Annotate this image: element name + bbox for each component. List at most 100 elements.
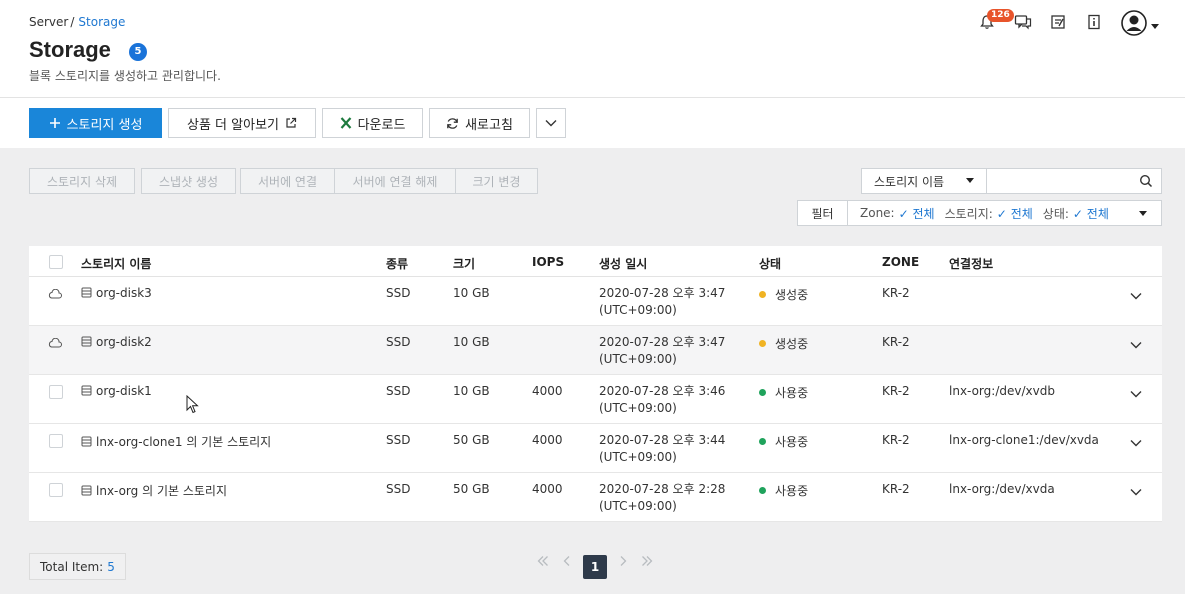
- detach-server-button[interactable]: 서버에 연결 해제: [334, 168, 456, 194]
- search-icon[interactable]: [1139, 174, 1153, 191]
- storage-name: org-disk2: [96, 335, 152, 349]
- status-dot-icon: [759, 340, 766, 347]
- created-timezone: (UTC+09:00): [599, 303, 677, 317]
- chevron-down-icon[interactable]: [1130, 289, 1142, 303]
- download-button[interactable]: 다운로드: [322, 108, 423, 138]
- refresh-button[interactable]: 새로고침: [429, 108, 530, 138]
- column-created[interactable]: 생성 일시: [599, 255, 647, 272]
- chevron-down-icon[interactable]: [1130, 387, 1142, 401]
- column-type[interactable]: 종류: [386, 255, 408, 272]
- breadcrumb: Server / Storage: [29, 15, 125, 29]
- storage-zone: KR-2: [882, 433, 910, 447]
- table-row[interactable]: org-disk2 SSD 10 GB 2020-07-28 오후 3:47 (UTC+…: [29, 326, 1162, 375]
- table-row[interactable]: org-disk3 SSD 10 GB 2020-07-28 오후 3:47 (UTC+…: [29, 277, 1162, 326]
- cloud-icon: [48, 337, 62, 351]
- storage-name-cell[interactable]: org-disk1: [81, 384, 152, 399]
- created-date: 2020-07-28 오후 3:47: [599, 335, 726, 349]
- chevron-down-icon: [545, 119, 557, 127]
- next-page-icon[interactable]: [618, 555, 628, 571]
- external-link-icon: [285, 117, 297, 129]
- caret-down-icon: [966, 178, 974, 183]
- caret-down-icon: [1139, 211, 1147, 216]
- column-connection[interactable]: 연결정보: [949, 255, 993, 272]
- last-page-icon[interactable]: [641, 555, 653, 571]
- chevron-down-icon[interactable]: [1130, 485, 1142, 499]
- storage-connection: lnx-org-clone1:/dev/xvda: [949, 433, 1099, 447]
- status-text: 사용중: [775, 435, 809, 449]
- storage-type: SSD: [386, 433, 411, 447]
- table-row[interactable]: lnx-org-clone1 의 기본 스토리지 SSD 50 GB 4000 2020…: [29, 424, 1162, 473]
- filter-status-value: 전체: [1086, 206, 1109, 221]
- column-status[interactable]: 상태: [759, 255, 781, 272]
- row-checkbox[interactable]: [49, 385, 63, 399]
- storage-content-area: 스토리지 삭제 스냅샷 생성 서버에 연결 서버에 연결 해제 크기 변경 스토…: [0, 148, 1185, 594]
- storage-created: 2020-07-28 오후 3:46 (UTC+09:00): [599, 383, 725, 417]
- breadcrumb-current[interactable]: Storage: [78, 15, 125, 29]
- account-caret-icon[interactable]: [1151, 19, 1161, 29]
- storage-status: 사용중: [759, 384, 808, 401]
- document-info-icon[interactable]: [1086, 14, 1104, 32]
- disk-icon: [81, 485, 92, 499]
- user-avatar-icon[interactable]: [1121, 10, 1147, 36]
- download-label: 다운로드: [357, 117, 406, 133]
- delete-storage-button[interactable]: 스토리지 삭제: [29, 168, 135, 194]
- storage-created: 2020-07-28 오후 2:28 (UTC+09:00): [599, 481, 725, 515]
- storage-status: 생성중: [759, 286, 808, 303]
- storage-type: SSD: [386, 335, 411, 349]
- attach-server-label: 서버에 연결: [257, 174, 317, 189]
- table-row[interactable]: lnx-org 의 기본 스토리지 SSD 50 GB 4000 2020-07-28 …: [29, 473, 1162, 522]
- storage-connection: lnx-org:/dev/xvda: [949, 482, 1055, 496]
- table-header: 스토리지 이름 종류 크기 IOPS 생성 일시 상태 ZONE 연결정보: [29, 246, 1162, 277]
- prev-page-icon[interactable]: [562, 555, 572, 571]
- filter-zone-key: Zone:: [860, 206, 895, 220]
- delete-storage-label: 스토리지 삭제: [46, 174, 118, 189]
- plus-icon: [49, 117, 61, 129]
- search-field-select[interactable]: 스토리지 이름: [861, 168, 987, 194]
- chevron-down-icon[interactable]: [1130, 436, 1142, 450]
- learn-more-button[interactable]: 상품 더 알아보기: [168, 108, 316, 138]
- filter-dropdown[interactable]: Zone: ✓ 전체 스토리지: ✓ 전체 상태: ✓ 전체: [847, 200, 1162, 226]
- storage-created: 2020-07-28 오후 3:44 (UTC+09:00): [599, 432, 725, 466]
- storage-name-cell[interactable]: org-disk3: [81, 286, 152, 301]
- status-text: 사용중: [775, 386, 809, 400]
- select-all-checkbox[interactable]: [49, 255, 63, 269]
- storage-name-cell[interactable]: org-disk2: [81, 335, 152, 350]
- column-zone[interactable]: ZONE: [882, 255, 919, 269]
- detach-server-label: 서버에 연결 해제: [352, 174, 438, 189]
- create-snapshot-button[interactable]: 스냅샷 생성: [141, 168, 236, 194]
- current-page[interactable]: 1: [583, 555, 607, 579]
- disk-icon: [81, 436, 92, 450]
- status-dot-icon: [759, 487, 766, 494]
- first-page-icon[interactable]: [537, 555, 549, 571]
- column-size[interactable]: 크기: [453, 255, 475, 272]
- search-input[interactable]: [986, 168, 1162, 194]
- created-timezone: (UTC+09:00): [599, 499, 677, 513]
- memo-icon[interactable]: [1050, 14, 1068, 32]
- main-toolbar: 스토리지 생성 상품 더 알아보기 다운로드 새로고침: [0, 98, 1185, 148]
- create-storage-label: 스토리지 생성: [66, 117, 143, 133]
- refresh-label: 새로고침: [465, 117, 513, 133]
- attach-server-button[interactable]: 서버에 연결: [240, 168, 335, 194]
- storage-name: org-disk3: [96, 286, 152, 300]
- filter-label-text: 필터: [811, 206, 834, 221]
- create-storage-button[interactable]: 스토리지 생성: [29, 108, 162, 138]
- column-iops[interactable]: IOPS: [532, 255, 564, 269]
- status-dot-icon: [759, 438, 766, 445]
- total-items: Total Item: 5: [29, 553, 126, 580]
- column-name[interactable]: 스토리지 이름: [81, 255, 151, 272]
- breadcrumb-root[interactable]: Server: [29, 15, 68, 29]
- storage-name-cell[interactable]: lnx-org-clone1 의 기본 스토리지: [81, 433, 271, 450]
- row-checkbox[interactable]: [49, 434, 63, 448]
- storage-table: 스토리지 이름 종류 크기 IOPS 생성 일시 상태 ZONE 연결정보 or…: [29, 246, 1162, 522]
- chat-icon[interactable]: [1014, 14, 1032, 32]
- resize-button[interactable]: 크기 변경: [455, 168, 538, 194]
- created-date: 2020-07-28 오후 3:47: [599, 286, 726, 300]
- chevron-down-icon[interactable]: [1130, 338, 1142, 352]
- cloud-icon: [48, 288, 62, 302]
- status-dot-icon: [759, 389, 766, 396]
- more-options-button[interactable]: [536, 108, 566, 138]
- storage-name-cell[interactable]: lnx-org 의 기본 스토리지: [81, 482, 227, 499]
- row-checkbox[interactable]: [49, 483, 63, 497]
- created-timezone: (UTC+09:00): [599, 401, 677, 415]
- created-date: 2020-07-28 오후 2:28: [599, 482, 726, 496]
